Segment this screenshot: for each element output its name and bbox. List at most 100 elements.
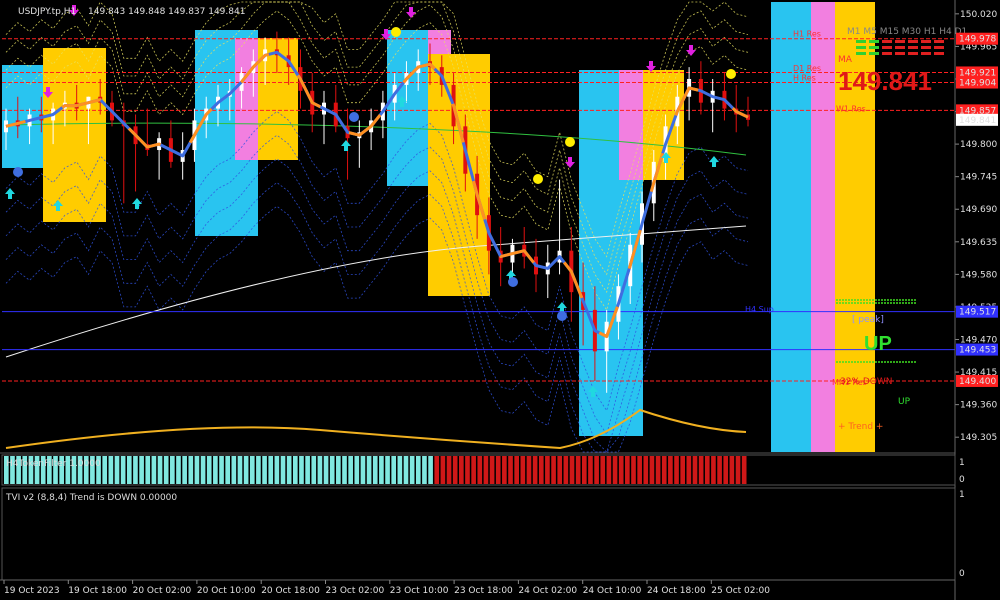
filter-histogram-bar [502,456,507,484]
filter-histogram-bar [717,456,722,484]
price-tick-label: 149.635 [960,238,997,248]
filter-histogram-bar [434,456,440,484]
filter-histogram-bar [231,456,237,484]
price-tick-label: 149.745 [960,173,997,183]
filter-histogram-bar [514,456,519,484]
filter-histogram-bar [477,456,483,484]
filter-histogram-bar [415,456,421,484]
timeframe-cell [869,40,879,43]
timeframe-cell [882,46,892,49]
filter-histogram-bar [428,456,433,484]
timeframe-cell [934,46,944,49]
filter-histogram-bar [729,456,735,484]
filter-histogram-bar [348,456,353,484]
timeframe-cell [921,40,931,43]
filter-histogram-bar [292,456,298,484]
signal-dot [349,112,359,122]
filter-histogram-bar [588,456,593,484]
price-tag-label: 149.400 [959,377,996,387]
symbol-label: USDJPY.tp,H1 [18,7,76,17]
time-tick-label: 24 Oct 02:00 [518,586,577,596]
filter-histogram-bar [372,456,378,484]
price-tag-label: 149.453 [959,346,996,356]
pct-down-label: 32% DOWN [840,377,893,387]
filter-histogram-bar [735,456,741,484]
filter-histogram-bar [618,456,624,484]
signal-dot [13,167,23,177]
timeframe-cell [934,40,944,43]
filter-histogram-bar [268,456,274,484]
up-small-label: UP [898,397,911,407]
timeframe-cell [934,52,944,55]
signal-dot [508,277,518,287]
signal-dot [533,174,543,184]
timeframe-grid [856,40,944,55]
up-big-label: UP [864,333,892,355]
filter-label: H4TokenFilter 1.0000 [6,459,101,469]
filter-histogram-bar [145,456,151,484]
filter-histogram-bar [342,456,347,484]
filter-histogram-bar [114,456,120,484]
filter-histogram-bar [317,456,323,484]
filter-histogram-bar [655,456,661,484]
filter-histogram-bar [532,456,538,484]
filter-histogram-bar [545,456,550,484]
filter-histogram-bar [526,456,532,484]
filter-histogram-bar [329,456,335,484]
timeframe-cell [869,52,879,55]
chart-canvas[interactable]: H1 ResD1 ResH ResW1 ResH4 SupMN1 Res USD… [0,0,1000,600]
filter-histogram-bar [213,456,218,484]
ma-label: MA [838,55,853,65]
timeframe-cell [908,46,918,49]
filter-histogram-bar [120,456,126,484]
ohlc-label: 149.843 149.848 149.837 149.841 [88,7,245,17]
filter-histogram-bar [200,456,206,484]
filter-histogram-bar [698,456,704,484]
time-tick-label: 23 Oct 18:00 [454,586,513,596]
filter-histogram-bar [465,456,470,484]
filter-histogram-bar [182,456,187,484]
session-zone [235,38,262,160]
filter-histogram-bar [286,456,292,484]
filter-histogram-bar [237,456,243,484]
filter-histogram-bar [274,456,280,484]
timeframe-cell [908,40,918,43]
timeframe-cell [882,52,892,55]
price-tick-label: 150.020 [960,10,997,20]
filter-histogram-bar [151,456,157,484]
filter-histogram-bar [225,456,231,484]
filter-histogram-bar [305,456,310,484]
timeframe-cell [856,40,866,43]
filter-histogram-bar [256,456,261,484]
filter-histogram-bar [157,456,163,484]
filter-histogram-bar [176,456,181,484]
time-tick-label: 23 Oct 02:00 [326,586,385,596]
peak-label: [ peak] [852,315,884,325]
filter-histogram-bar [409,456,415,484]
timeframe-cell [908,52,918,55]
filter-histogram-bar [575,456,581,484]
filter-histogram-bar [243,456,249,484]
price-tag-label: 149.517 [959,308,996,318]
big-price: 149.841 [838,66,932,96]
filter-histogram-bar [551,456,556,484]
filter-histogram-bar [249,456,255,484]
time-tick-label: 25 Oct 02:00 [711,586,770,596]
filter-histogram-bar [612,456,618,484]
filter-histogram-bar [680,456,686,484]
filter-histogram-bar [483,456,489,484]
price-tag-label: 149.904 [959,79,996,89]
filter-histogram-bar [631,456,636,484]
filter-histogram-bar [163,456,169,484]
timeframe-cell [921,46,931,49]
filter-histogram-bar [674,456,679,484]
time-tick-label: 20 Oct 02:00 [133,586,192,596]
price-tick-label: 149.690 [960,205,997,215]
filter-histogram-bar [489,456,495,484]
filter-histogram-bar [440,456,446,484]
filter-histogram-bar [538,456,544,484]
filter-histogram-bar [569,456,575,484]
filter-histogram-bar [126,456,132,484]
filter-histogram-bar [600,456,606,484]
filter-histogram-bar [711,456,716,484]
